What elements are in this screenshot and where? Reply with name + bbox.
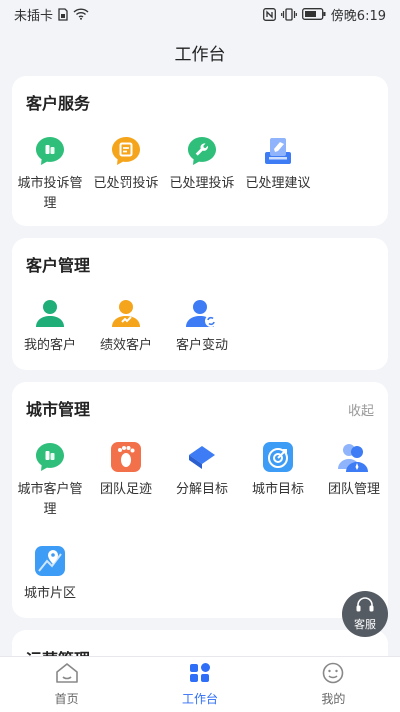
menu-item-label: 城市片区 (23, 586, 76, 601)
menu-item-team-management[interactable]: 团队管理 (316, 440, 392, 500)
wrench-chat-icon (185, 134, 219, 168)
menu-item-decompose-goals[interactable]: 分解目标 (164, 440, 240, 500)
tab-workbench[interactable]: 工作台 (133, 657, 266, 712)
menu-item-performance-customers[interactable]: 绩效客户 (88, 296, 164, 356)
menu-item-my-customers[interactable]: 我的客户 (12, 296, 88, 356)
menu-item-label: 我的客户 (23, 338, 76, 353)
menu-item-city-districts[interactable]: 城市片区 (12, 544, 88, 604)
user-change-icon (185, 296, 219, 330)
wifi-icon (73, 8, 89, 20)
page-title: 工作台 (174, 45, 226, 65)
menu-item-label: 团队管理 (327, 482, 380, 497)
menu-item-processed-suggestions[interactable]: 已处理建议 (240, 134, 316, 194)
target-icon (261, 440, 295, 474)
menu-item-customer-changes[interactable]: 客户变动 (164, 296, 240, 356)
map-pin-icon (33, 544, 67, 578)
tab-label: 工作台 (181, 692, 218, 706)
carrier-text: 未插卡 (14, 8, 54, 24)
menu-item-team-footprint[interactable]: 团队足迹 (88, 440, 164, 500)
menu-item-label: 城市客户管理 (17, 482, 83, 517)
chat-doc-icon (33, 134, 67, 168)
headset-icon (355, 596, 375, 616)
tab-label: 首页 (54, 692, 79, 706)
clock-text: 傍晚6:19 (330, 8, 386, 24)
customer-service-label: 客服 (354, 617, 376, 631)
section-title: 客户服务 (26, 94, 91, 113)
menu-item-label: 城市投诉管理 (17, 176, 83, 211)
menu-item-label: 绩效客户 (99, 338, 152, 353)
vibrate-icon (280, 7, 297, 21)
status-bar: 未插卡 傍晚6:19 (0, 0, 400, 28)
menu-item-label: 城市目标 (251, 482, 304, 497)
menu-item-label: 分解目标 (175, 482, 228, 497)
layers-icon (185, 440, 219, 474)
menu-item-city-complaint-management[interactable]: 城市投诉管理 (12, 134, 88, 214)
battery-icon (301, 8, 326, 20)
menu-item-label: 客户变动 (175, 338, 228, 353)
penalty-chat-icon (109, 134, 143, 168)
section-title: 客户管理 (26, 256, 91, 275)
section-customer-service: 客户服务 城市投诉管理 已处罚投诉 已处理投诉 已处理建议 (12, 76, 388, 226)
suggestion-icon (261, 134, 295, 168)
nfc-icon (262, 7, 276, 21)
chat-doc-icon (33, 440, 67, 474)
section-title: 城市管理 (26, 400, 91, 419)
user-icon (33, 296, 67, 330)
home-icon (55, 662, 79, 687)
menu-item-label: 团队足迹 (99, 482, 152, 497)
team-icon (337, 440, 371, 474)
workbench-icon (188, 662, 212, 687)
menu-item-city-customer-management[interactable]: 城市客户管理 (12, 440, 88, 520)
menu-item-label: 已处理投诉 (169, 176, 235, 191)
menu-item-label: 已处罚投诉 (93, 176, 159, 191)
section-city-management: 城市管理 收起 城市客户管理 团队足迹 分解目标 城市目标 团队管理 城市片区 (12, 382, 388, 618)
sim-icon (58, 7, 68, 21)
footprint-icon (109, 440, 143, 474)
tab-label: 我的 (321, 692, 346, 706)
menu-item-city-goals[interactable]: 城市目标 (240, 440, 316, 500)
section-customer-management: 客户管理 我的客户 绩效客户 客户变动 (12, 238, 388, 370)
menu-item-label: 已处理建议 (245, 176, 311, 191)
tab-home[interactable]: 首页 (0, 657, 133, 712)
profile-icon (321, 662, 345, 687)
user-performance-icon (109, 296, 143, 330)
tab-profile[interactable]: 我的 (267, 657, 400, 712)
menu-item-penalized-complaints[interactable]: 已处罚投诉 (88, 134, 164, 194)
customer-service-button[interactable]: 客服 (342, 591, 388, 637)
menu-item-processed-complaints[interactable]: 已处理投诉 (164, 134, 240, 194)
collapse-button[interactable]: 收起 (348, 400, 374, 419)
tab-bar: 首页 工作台 我的 (0, 656, 400, 712)
